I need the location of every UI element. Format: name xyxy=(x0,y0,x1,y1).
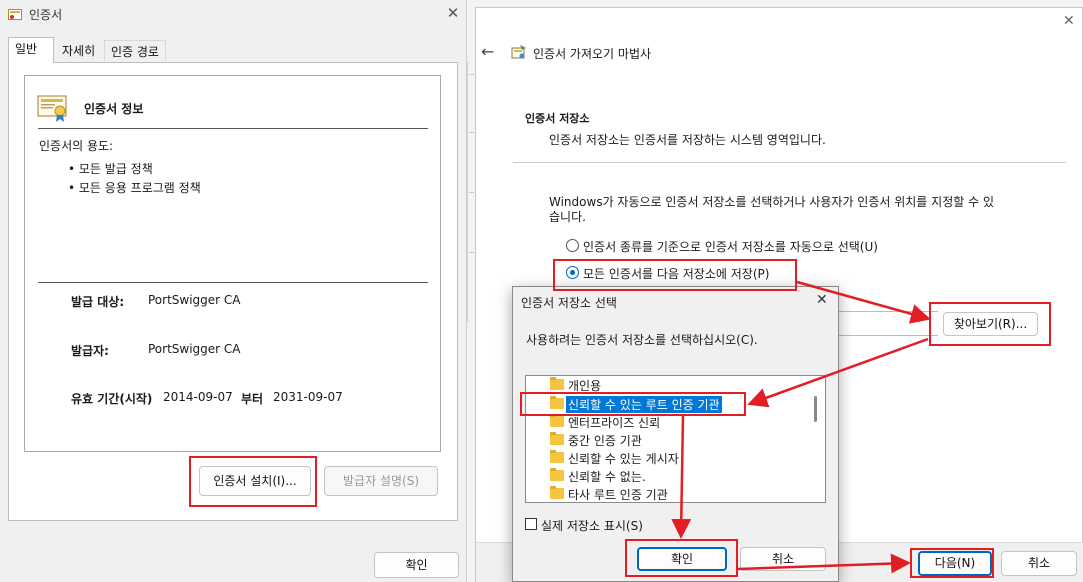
issuer-statement-button[interactable]: 발급자 설명(S) xyxy=(324,466,438,496)
body-text: Windows가 자동으로 인증서 저장소를 선택하거나 사용자가 인증서 위치… xyxy=(549,195,994,209)
dialog-prompt: 사용하려는 인증서 저장소를 선택하십시오(C). xyxy=(526,333,758,347)
annotation-box-browse xyxy=(929,302,1051,346)
valid-to-value: 2031-09-07 xyxy=(273,390,343,404)
section-title: 인증서 저장소 xyxy=(525,112,590,125)
folder-icon xyxy=(550,432,564,445)
wizard-title: 인증서 가져오기 마법사 xyxy=(533,47,652,61)
tab-certification-path[interactable]: 인증 경로 xyxy=(104,40,166,61)
valid-to-label: 부터 xyxy=(241,392,264,406)
radio-auto-select[interactable] xyxy=(566,239,579,252)
tab-details[interactable]: 자세히 xyxy=(56,40,101,61)
cert-ok-button[interactable]: 확인 xyxy=(374,552,459,578)
divider xyxy=(38,128,428,129)
wizard-cancel-button[interactable]: 취소 xyxy=(1001,551,1077,576)
issued-by-value: PortSwigger CA xyxy=(148,342,241,356)
purpose-item: • 모든 응용 프로그램 정책 xyxy=(68,181,201,195)
certificate-info-icon xyxy=(37,95,67,122)
purpose-item: • 모든 발급 정책 xyxy=(68,162,153,176)
dialog-cancel-button[interactable]: 취소 xyxy=(740,547,826,571)
dialog-title: 인증서 저장소 선택 xyxy=(521,296,617,310)
annotation-box-dialog-ok xyxy=(625,539,738,577)
annotation-box-trusted-root xyxy=(520,392,746,416)
issued-to-label: 발급 대상: xyxy=(71,295,125,309)
tab-general[interactable]: 일반 xyxy=(8,37,54,63)
close-icon[interactable]: ✕ xyxy=(816,292,828,308)
radio-auto-label: 인증서 종류를 기준으로 인증서 저장소를 자동으로 선택(U) xyxy=(583,240,878,254)
body-text: 습니다. xyxy=(549,210,586,224)
certificate-icon xyxy=(8,9,22,20)
store-path-field[interactable] xyxy=(838,311,938,336)
valid-from-label: 유효 기간(시작) xyxy=(71,392,153,406)
annotation-box-install xyxy=(189,456,317,507)
purpose-label: 인증서의 용도: xyxy=(39,139,114,153)
folder-icon xyxy=(550,468,564,481)
folder-icon xyxy=(550,414,564,427)
scrollbar-thumb[interactable] xyxy=(814,396,817,422)
issued-by-label: 발급자: xyxy=(71,344,109,358)
folder-icon xyxy=(550,486,564,499)
show-physical-checkbox[interactable] xyxy=(525,518,537,530)
window-title: 인증서 xyxy=(29,8,63,22)
annotation-box-manual-radio xyxy=(553,259,797,291)
back-arrow-icon[interactable]: ← xyxy=(481,42,494,61)
folder-icon xyxy=(550,377,564,390)
issued-to-value: PortSwigger CA xyxy=(148,293,241,307)
close-icon[interactable]: ✕ xyxy=(444,4,462,22)
background-window-edge xyxy=(467,62,475,322)
divider xyxy=(38,282,428,283)
wizard-icon xyxy=(511,45,526,59)
section-description: 인증서 저장소는 인증서를 저장하는 시스템 영역입니다. xyxy=(549,133,826,147)
divider xyxy=(513,162,1066,163)
certificate-info-title: 인증서 정보 xyxy=(84,102,144,116)
show-physical-label: 실제 저장소 표시(S) xyxy=(541,519,643,533)
close-icon[interactable]: ✕ xyxy=(1063,13,1075,29)
annotation-box-next xyxy=(910,548,994,578)
scrollbar[interactable] xyxy=(808,376,825,502)
valid-from-value: 2014-09-07 xyxy=(163,390,233,404)
folder-icon xyxy=(550,450,564,463)
